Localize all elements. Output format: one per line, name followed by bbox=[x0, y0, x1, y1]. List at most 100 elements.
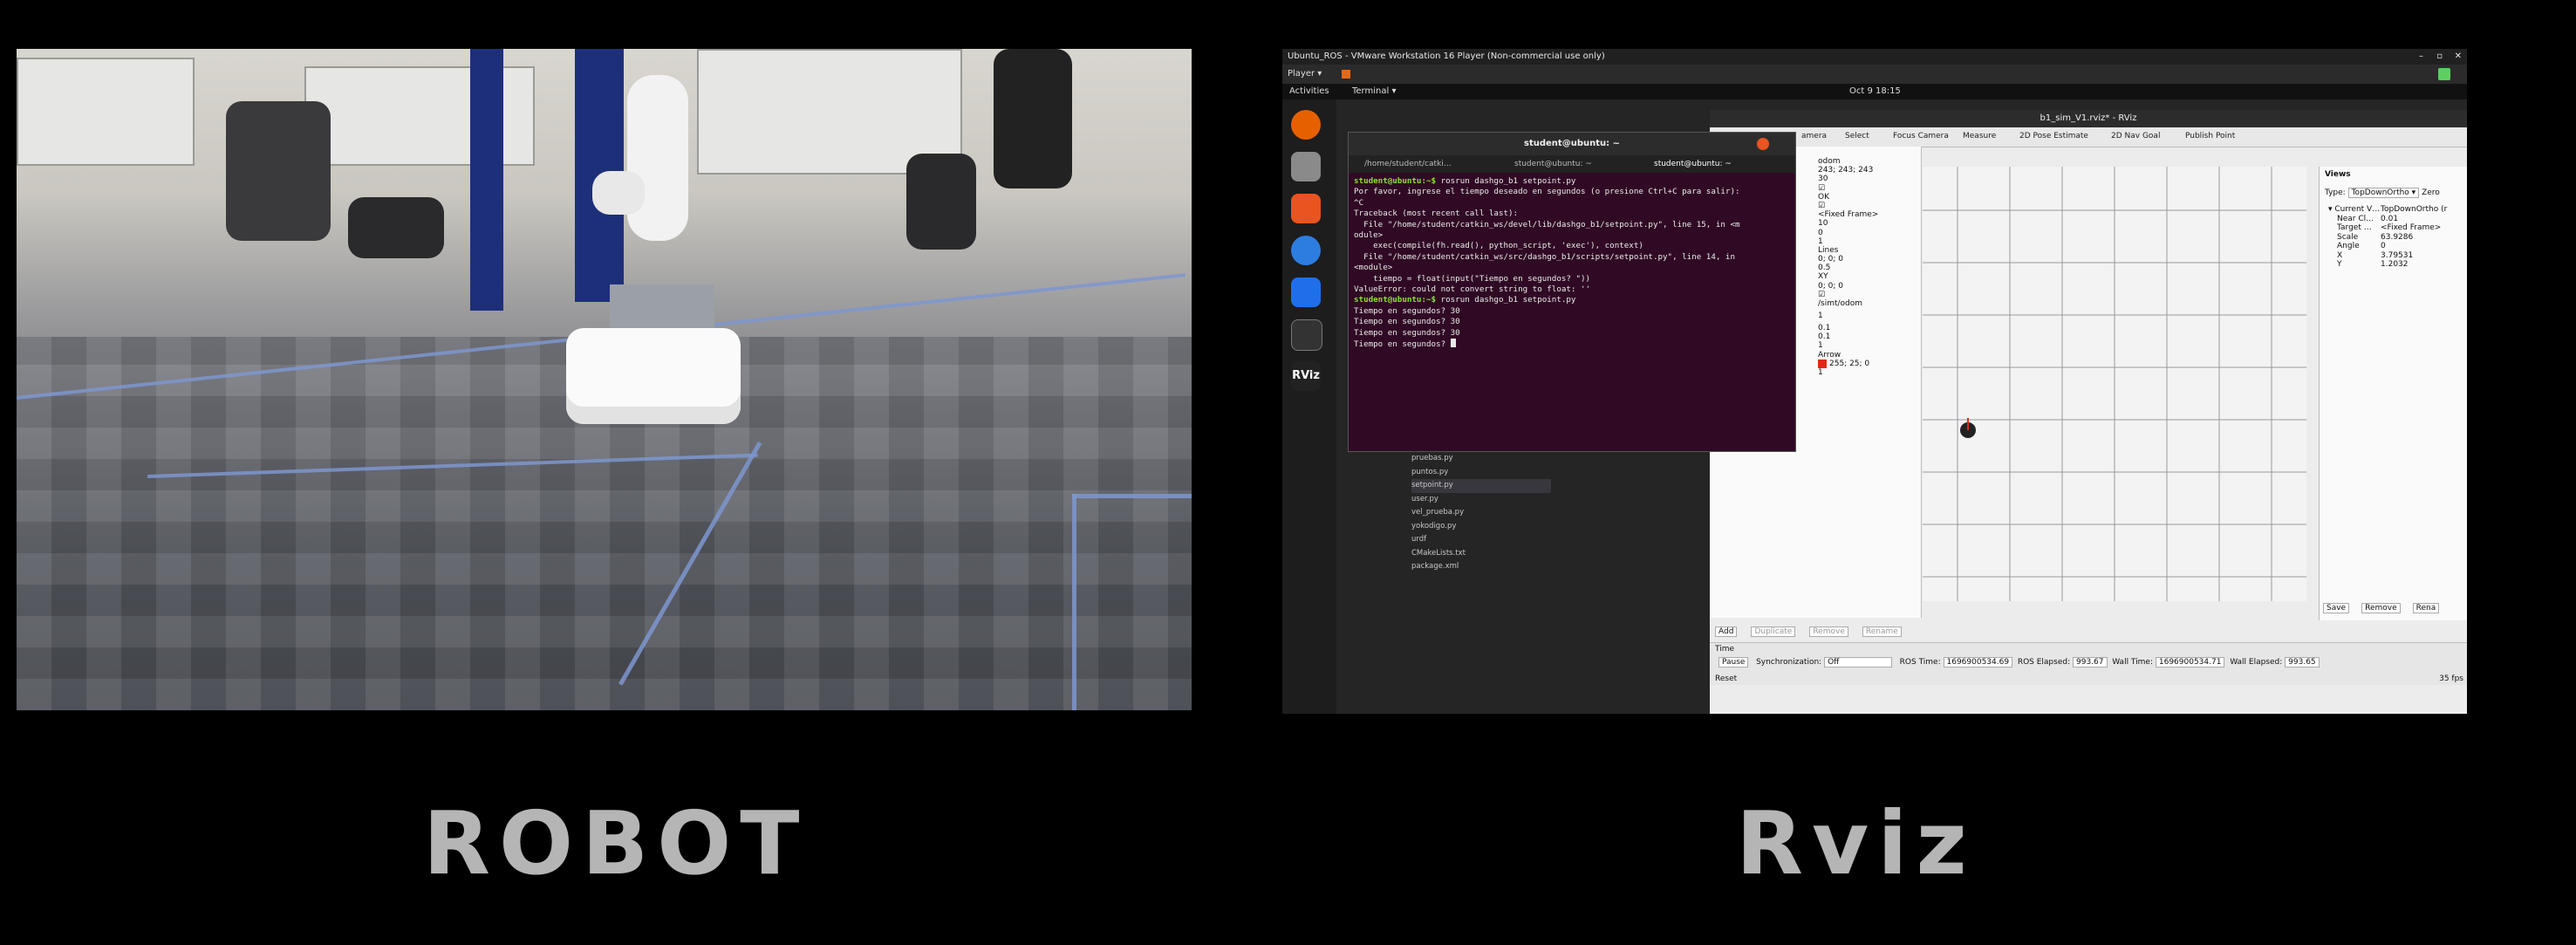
prop-value[interactable]: ☑ bbox=[1818, 184, 1825, 193]
reset-button[interactable]: Reset bbox=[1715, 675, 1737, 683]
prop-value[interactable]: 0; 0; 0 bbox=[1818, 282, 1843, 291]
vm-title: Ubuntu_ROS - VMware Workstation 16 Playe… bbox=[1288, 51, 1605, 61]
file-item[interactable]: CMakeLists.txt bbox=[1411, 547, 1551, 561]
pause-vm-icon[interactable] bbox=[1342, 70, 1350, 79]
file-item-selected[interactable]: setpoint.py bbox=[1411, 479, 1551, 493]
help-icon[interactable] bbox=[1291, 236, 1321, 265]
vm-screen: Ubuntu_ROS - VMware Workstation 16 Playe… bbox=[1282, 49, 2467, 714]
office-chair bbox=[226, 101, 331, 241]
file-item[interactable]: pruebas.py bbox=[1411, 452, 1551, 466]
file-item[interactable]: vel_prueba.py bbox=[1411, 506, 1551, 520]
tool-2d-nav-goal[interactable]: 2D Nav Goal bbox=[2111, 132, 2160, 140]
terminal-icon[interactable] bbox=[1291, 319, 1322, 351]
robot-arm bbox=[627, 75, 688, 241]
prop-value[interactable]: 0 bbox=[1818, 229, 1823, 237]
terminal-line: odule> bbox=[1354, 230, 1384, 241]
tool-select[interactable]: Select bbox=[1845, 132, 1869, 140]
view-prop-value[interactable]: 1.2032 bbox=[2381, 260, 2409, 270]
prop-value[interactable]: XY bbox=[1818, 272, 1828, 281]
terminal-tab[interactable]: student@ubuntu: ~ bbox=[1514, 155, 1592, 173]
view-prop-value[interactable]: 3.79531 bbox=[2381, 251, 2413, 261]
view-prop-value[interactable]: 0 bbox=[2381, 242, 2386, 251]
terminal-tabs: /home/student/catki… student@ubuntu: ~ s… bbox=[1349, 155, 1795, 173]
terminal-tab-active[interactable]: student@ubuntu: ~ bbox=[1654, 155, 1732, 173]
firefox-icon[interactable] bbox=[1291, 110, 1321, 140]
add-display-button[interactable]: Add bbox=[1715, 627, 1738, 637]
prop-value[interactable]: 30 bbox=[1818, 175, 1828, 183]
rename-view-button[interactable]: Rena bbox=[2412, 603, 2440, 613]
file-item[interactable]: yokodigo.py bbox=[1411, 520, 1551, 534]
sync-select[interactable]: Off bbox=[1824, 657, 1893, 668]
terminal-line: <module> bbox=[1354, 263, 1393, 273]
terminal-line: ^C bbox=[1354, 197, 1364, 208]
file-item[interactable]: puntos.py bbox=[1411, 466, 1551, 480]
prop-value[interactable]: 255; 25; 0 bbox=[1818, 359, 1869, 368]
file-item[interactable]: package.xml bbox=[1411, 560, 1551, 574]
tool-camera[interactable]: amera bbox=[1801, 132, 1827, 140]
view-prop-value[interactable]: 0.01 bbox=[2381, 215, 2398, 224]
prop-value[interactable]: 0.1 bbox=[1818, 332, 1830, 341]
prop-value[interactable]: Lines bbox=[1818, 246, 1838, 255]
prop-value[interactable]: 10 bbox=[1818, 219, 1828, 228]
view-prop-value[interactable]: 63.9286 bbox=[2381, 233, 2413, 243]
close-icon[interactable] bbox=[1757, 138, 1769, 150]
prop-value[interactable]: 0; 0; 0 bbox=[1818, 255, 1843, 264]
terminal-window[interactable]: student@ubuntu: ~ /home/student/catki… s… bbox=[1349, 133, 1795, 451]
terminal-line: Traceback (most recent call last): bbox=[1354, 209, 1519, 219]
clock[interactable]: Oct 9 18:15 bbox=[1849, 84, 1901, 99]
tool-measure[interactable]: Measure bbox=[1963, 132, 1996, 140]
views-panel: Views Type: TopDownOrtho ▾ Zero ▾ Curren… bbox=[2319, 167, 2467, 620]
prop-value[interactable]: 1 bbox=[1818, 237, 1823, 246]
wall-elapsed-label: Wall Elapsed: bbox=[2230, 658, 2283, 667]
files-icon[interactable] bbox=[1291, 152, 1321, 181]
terminal-app-menu[interactable]: Terminal ▾ bbox=[1352, 84, 1396, 99]
prop-value[interactable]: 243; 243; 243 bbox=[1818, 166, 1873, 175]
tool-focus-camera[interactable]: Focus Camera bbox=[1893, 132, 1949, 140]
zero-button[interactable]: Zero bbox=[2422, 188, 2440, 197]
vm-close-button[interactable]: ✕ bbox=[2455, 49, 2462, 65]
view-prop-value[interactable]: <Fixed Frame> bbox=[2381, 223, 2441, 233]
rviz-3d-viewport[interactable] bbox=[1923, 167, 2306, 601]
prop-value[interactable]: 1 bbox=[1818, 368, 1823, 377]
prop-value[interactable]: 1 bbox=[1818, 312, 1823, 324]
remove-button[interactable]: Remove bbox=[1809, 627, 1848, 637]
prop-value[interactable]: 0.1 bbox=[1818, 324, 1830, 332]
vscode-icon[interactable] bbox=[1291, 277, 1321, 307]
rename-button[interactable]: Rename bbox=[1862, 627, 1902, 637]
remove-view-button[interactable]: Remove bbox=[2361, 603, 2401, 613]
activities-button[interactable]: Activities bbox=[1289, 84, 1329, 99]
software-icon[interactable] bbox=[1291, 194, 1321, 223]
terminal-tab[interactable]: /home/student/catki… bbox=[1364, 155, 1452, 173]
wall-elapsed-value: 993.65 bbox=[2285, 657, 2320, 668]
terminal-output[interactable]: student@ubuntu:~$ rosrun dashgo_b1 setpo… bbox=[1354, 176, 1790, 447]
file-item[interactable]: user.py bbox=[1411, 493, 1551, 507]
vm-status-icon bbox=[2438, 68, 2450, 80]
floor-tape bbox=[1072, 494, 1076, 710]
bag bbox=[348, 197, 444, 258]
prop-value[interactable]: <Fixed Frame> bbox=[1818, 210, 1878, 219]
view-prop-value[interactable]: TopDownOrtho (r bbox=[2381, 205, 2447, 215]
view-type-select[interactable]: TopDownOrtho ▾ bbox=[2347, 188, 2420, 198]
prop-value[interactable]: odom bbox=[1818, 157, 1841, 166]
player-menu[interactable]: Player ▾ bbox=[1288, 65, 1322, 84]
prop-value[interactable]: 0.5 bbox=[1818, 264, 1830, 272]
prop-value[interactable]: ☑ bbox=[1818, 202, 1825, 210]
tool-publish-point[interactable]: Publish Point bbox=[2185, 132, 2235, 140]
prop-value[interactable]: OK bbox=[1818, 193, 1829, 202]
rviz-icon[interactable]: RViz bbox=[1291, 361, 1321, 391]
floor-tape bbox=[1072, 494, 1192, 498]
save-view-button[interactable]: Save bbox=[2323, 603, 2350, 613]
prop-value[interactable]: /simt/odom bbox=[1818, 299, 1862, 312]
vm-maximize-button[interactable]: ▫ bbox=[2436, 49, 2443, 65]
grid-view bbox=[1923, 167, 2306, 601]
tool-2d-pose-estimate[interactable]: 2D Pose Estimate bbox=[2019, 132, 2088, 140]
prop-value[interactable]: Arrow bbox=[1818, 351, 1841, 360]
prop-value[interactable]: 1 bbox=[1818, 341, 1823, 350]
mobile-base bbox=[566, 328, 741, 424]
duplicate-button[interactable]: Duplicate bbox=[1751, 627, 1796, 637]
folder-item[interactable]: urdf bbox=[1411, 533, 1551, 547]
pause-button[interactable]: Pause bbox=[1718, 657, 1749, 668]
terminal-line: Por favor, ingrese el tiempo deseado en … bbox=[1354, 187, 1740, 197]
vm-minimize-button[interactable]: – bbox=[2419, 49, 2423, 65]
prop-value[interactable]: ☑ bbox=[1818, 291, 1825, 299]
